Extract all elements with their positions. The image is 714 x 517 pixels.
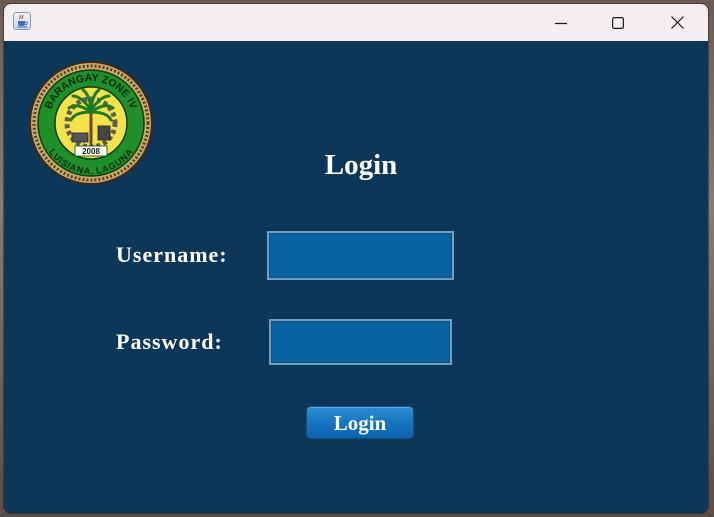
barangay-seal-logo: BARANGAY ZONE IV LUISIANA, LAGUNA 2008 — [29, 61, 153, 185]
username-label: Username: — [116, 242, 228, 267]
minimize-icon — [555, 22, 567, 24]
password-label: Password: — [116, 329, 223, 354]
seal-year-text: 2008 — [82, 147, 100, 156]
password-field[interactable] — [269, 319, 452, 365]
page-title: Login — [324, 149, 398, 181]
login-button[interactable]: Login — [306, 406, 414, 439]
login-panel: BARANGAY ZONE IV LUISIANA, LAGUNA 2008 L… — [4, 41, 708, 513]
maximize-button[interactable] — [595, 4, 641, 41]
maximize-icon — [612, 16, 624, 29]
login-window: BARANGAY ZONE IV LUISIANA, LAGUNA 2008 L… — [4, 4, 708, 513]
close-icon — [670, 16, 684, 29]
minimize-button[interactable] — [538, 4, 584, 41]
username-field[interactable] — [267, 231, 454, 280]
close-button[interactable] — [654, 4, 700, 41]
java-cup-icon — [13, 12, 31, 30]
title-bar[interactable] — [4, 4, 708, 41]
